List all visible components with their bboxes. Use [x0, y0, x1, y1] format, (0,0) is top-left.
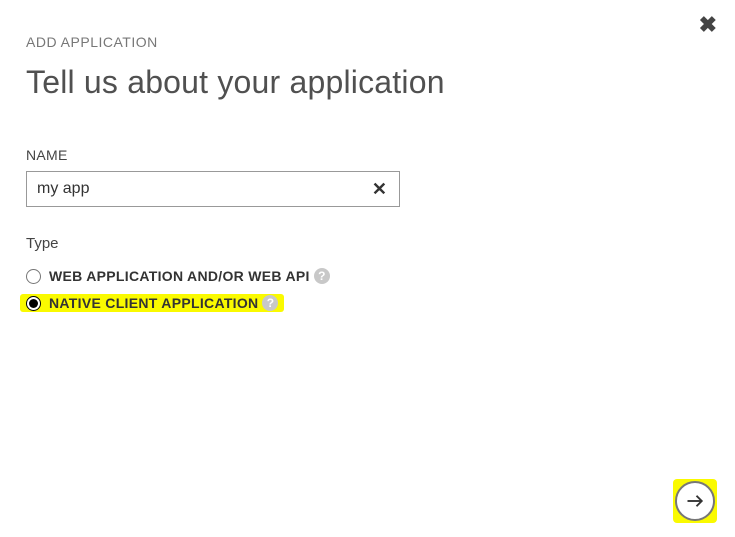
- radio-web-app[interactable]: [26, 269, 41, 284]
- option-web-app-label[interactable]: WEB APPLICATION AND/OR WEB API: [49, 268, 310, 284]
- radio-native-client[interactable]: [26, 296, 41, 311]
- next-button[interactable]: [675, 481, 715, 521]
- close-icon[interactable]: ✖: [699, 12, 717, 38]
- option-native-client: NATIVE CLIENT APPLICATION ?: [20, 294, 284, 312]
- help-icon[interactable]: ?: [314, 268, 330, 284]
- clear-input-icon[interactable]: ✕: [360, 179, 399, 200]
- option-web-app: WEB APPLICATION AND/OR WEB API ?: [26, 268, 709, 284]
- arrow-right-icon: [686, 492, 704, 510]
- next-button-highlight: [673, 479, 717, 523]
- type-label: Type: [26, 235, 709, 252]
- option-native-client-label[interactable]: NATIVE CLIENT APPLICATION: [49, 295, 258, 311]
- name-input-wrapper: ✕: [26, 171, 400, 207]
- add-application-wizard: ✖ ADD APPLICATION Tell us about your app…: [0, 0, 735, 537]
- help-icon[interactable]: ?: [262, 295, 278, 311]
- page-title: Tell us about your application: [26, 64, 709, 101]
- name-input[interactable]: [27, 172, 360, 206]
- type-options: WEB APPLICATION AND/OR WEB API ? NATIVE …: [26, 268, 709, 322]
- breadcrumb: ADD APPLICATION: [26, 34, 709, 50]
- name-label: NAME: [26, 147, 709, 163]
